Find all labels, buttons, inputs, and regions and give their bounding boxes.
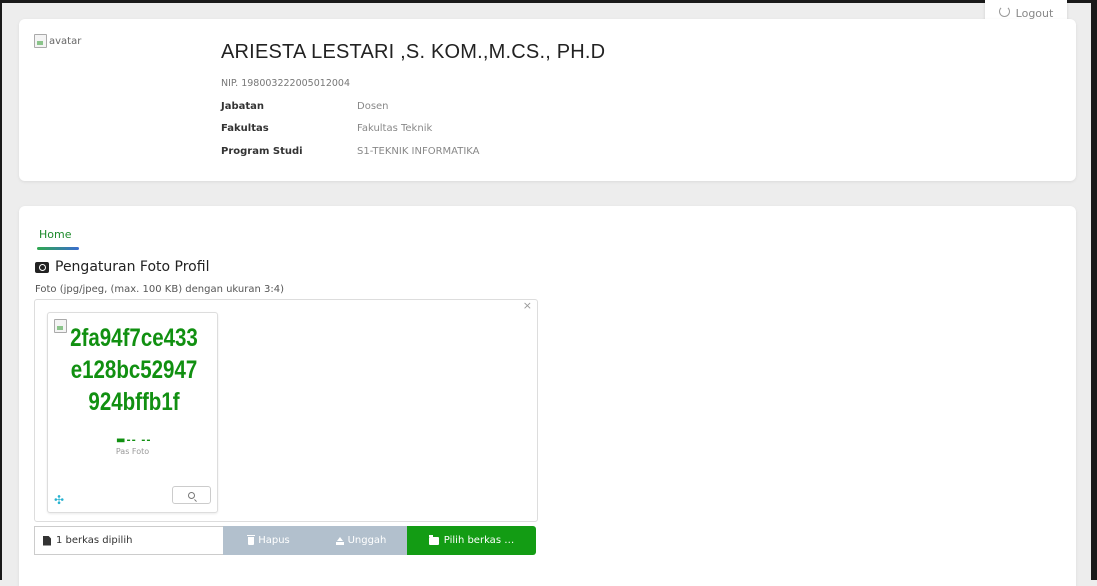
jabatan-label: Jabatan — [221, 101, 265, 112]
window-frame-right — [1091, 0, 1097, 580]
image-alt-text: 2fa94f7ce433e128bc52947924bffb1f — [70, 324, 198, 416]
zoom-icon — [188, 491, 195, 499]
jabatan-value: Dosen — [357, 101, 389, 112]
main-card: Home Pengaturan Foto Profil Foto (jpg/jp… — [19, 206, 1076, 586]
window-frame-left — [0, 0, 2, 580]
upload-icon — [335, 536, 344, 545]
section-title: Pengaturan Foto Profil — [35, 259, 209, 275]
broken-image-icon — [34, 34, 47, 48]
file-caption: 1 berkas dipilih — [34, 526, 223, 555]
profile-name: ARIESTA LESTARI ,S. KOM.,M.CS., PH.D — [221, 41, 606, 63]
preview-marker: ▬-- -- — [116, 435, 152, 446]
program-studi-label: Program Studi — [221, 146, 303, 157]
logout-label: Logout — [1015, 6, 1054, 20]
camera-icon — [35, 261, 49, 273]
preview-thumbnail: 2fa94f7ce433e128bc52947924bffb1f ▬-- -- … — [47, 312, 218, 513]
avatar-alt-text: avatar — [49, 35, 82, 47]
folder-open-icon — [428, 534, 439, 545]
move-icon[interactable]: ✣ — [54, 493, 64, 507]
avatar: avatar — [34, 34, 81, 48]
tab-home[interactable]: Home — [39, 228, 71, 241]
broken-image-icon — [54, 319, 67, 333]
browse-button-label: Pilih berkas … — [443, 535, 515, 546]
preview-caption: Pas Foto — [115, 447, 150, 456]
file-caption-text: 1 berkas dipilih — [56, 535, 133, 546]
program-studi-value: S1-TEKNIK INFORMATIKA — [357, 146, 480, 157]
zoom-button[interactable] — [172, 486, 211, 504]
browse-button[interactable]: Pilih berkas … — [407, 526, 536, 555]
fakultas-label: Fakultas — [221, 123, 269, 134]
profile-card: avatar ARIESTA LESTARI ,S. KOM.,M.CS., P… — [19, 19, 1076, 181]
file-preview-area: × 2fa94f7ce433e128bc52947924bffb1f ▬-- -… — [34, 299, 538, 522]
fakultas-value: Fakultas Teknik — [357, 123, 433, 134]
profile-nip: NIP. 198003222005012004 — [221, 78, 350, 89]
section-title-text: Pengaturan Foto Profil — [55, 259, 210, 275]
window-frame-top — [0, 0, 1097, 3]
file-icon — [43, 535, 51, 546]
remove-button[interactable]: Hapus — [223, 526, 315, 555]
active-tab-indicator — [37, 247, 79, 250]
power-icon — [998, 5, 1010, 17]
remove-button-label: Hapus — [258, 535, 290, 546]
close-preview-icon[interactable]: × — [523, 299, 532, 312]
upload-button[interactable]: Unggah — [315, 526, 407, 555]
upload-hint: Foto (jpg/jpeg, (max. 100 KB) dengan uku… — [35, 284, 285, 295]
file-input-group: 1 berkas dipilih Hapus Unggah Pilih berk… — [34, 526, 536, 555]
trash-icon — [247, 534, 256, 545]
upload-button-label: Unggah — [347, 535, 387, 546]
